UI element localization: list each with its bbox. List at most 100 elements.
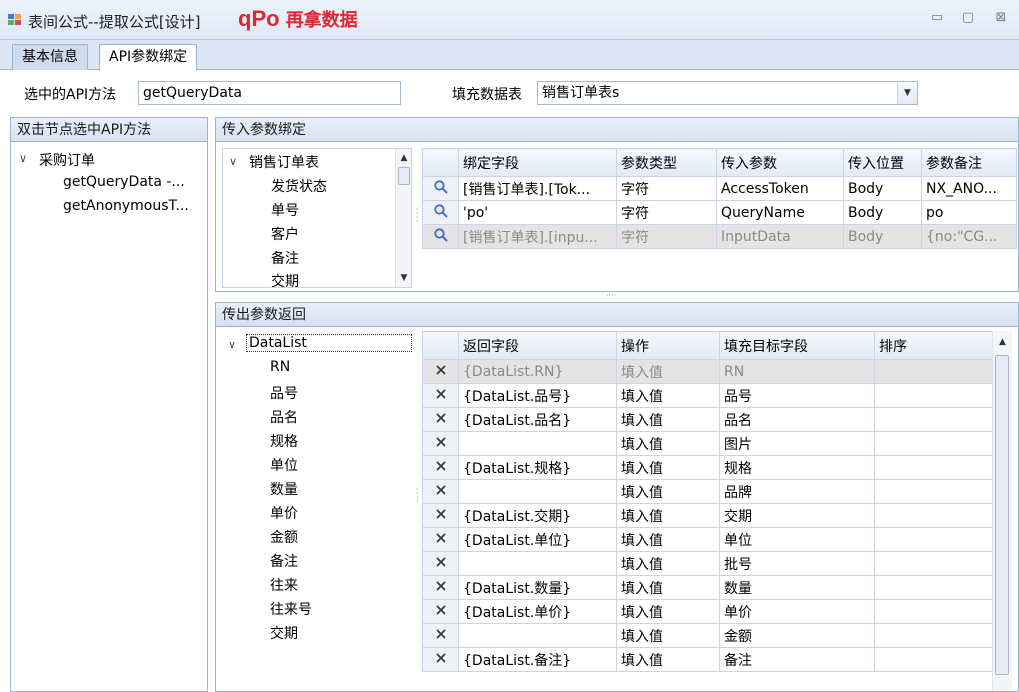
horizontal-splitter[interactable]: ···· (606, 292, 616, 300)
return-field-cell[interactable]: {DataList.RN} (458, 359, 617, 384)
param-type-cell[interactable]: 字符 (616, 200, 717, 225)
tree-item[interactable]: RN (270, 359, 290, 375)
target-field-cell[interactable]: 单价 (719, 599, 875, 624)
output-table-scrollbar[interactable]: ▲ (992, 331, 1012, 691)
table-row[interactable]: {DataList.品号} 填入值 品号 (422, 383, 993, 408)
tree-item[interactable]: 单价 (270, 503, 298, 523)
operation-cell[interactable]: 填入值 (616, 575, 720, 600)
return-field-cell[interactable]: {DataList.备注} (458, 647, 617, 672)
param-position-cell[interactable]: Body (843, 200, 922, 225)
return-field-cell[interactable]: {DataList.交期} (458, 503, 617, 528)
return-field-cell[interactable]: {DataList.品号} (458, 383, 617, 408)
tab-api-binding[interactable]: API参数绑定 (99, 44, 198, 71)
target-field-cell[interactable]: 规格 (719, 455, 875, 480)
sort-cell[interactable] (874, 527, 993, 552)
search-icon[interactable] (422, 224, 459, 249)
param-type-cell[interactable]: 字符 (616, 224, 717, 249)
tree-item[interactable]: 交期 (270, 623, 298, 643)
tree-item[interactable]: 往来 (270, 575, 298, 595)
operation-cell[interactable]: 填入值 (616, 623, 720, 648)
table-row[interactable]: 填入值 品牌 (422, 479, 993, 504)
target-field-cell[interactable]: 数量 (719, 575, 875, 600)
sort-cell[interactable] (874, 359, 993, 384)
tree-item[interactable]: 单号 (271, 200, 299, 220)
param-position-cell[interactable]: Body (843, 224, 922, 249)
tree-item[interactable]: 客户 (271, 224, 299, 244)
table-row[interactable]: {DataList.规格} 填入值 规格 (422, 455, 993, 480)
operation-cell[interactable]: 填入值 (616, 503, 720, 528)
table-row[interactable]: {DataList.品名} 填入值 品名 (422, 407, 993, 432)
tree-item[interactable]: 金额 (270, 527, 298, 547)
sort-cell[interactable] (874, 623, 993, 648)
scroll-down-icon[interactable]: ▼ (396, 271, 411, 285)
delete-x-icon[interactable] (422, 527, 459, 552)
operation-cell[interactable]: 填入值 (616, 431, 720, 456)
target-field-cell[interactable]: 品名 (719, 407, 875, 432)
operation-cell[interactable]: 填入值 (616, 551, 720, 576)
tree-node-purchase-order[interactable]: 采购订单 (39, 150, 95, 170)
return-field-cell[interactable]: {DataList.规格} (458, 455, 617, 480)
column-header[interactable]: 传入位置 (843, 148, 922, 177)
target-field-cell[interactable]: 备注 (719, 647, 875, 672)
tree-item[interactable]: 备注 (270, 551, 298, 571)
binding-field-cell[interactable]: [销售订单表].[Tok... (458, 176, 617, 201)
scroll-thumb[interactable] (398, 167, 410, 185)
param-name-cell[interactable]: QueryName (716, 200, 844, 225)
operation-cell[interactable]: 填入值 (616, 407, 720, 432)
table-row[interactable]: [销售订单表].[Tok... 字符 AccessToken Body NX_A… (422, 176, 1017, 201)
tree-item[interactable]: 单位 (270, 455, 298, 475)
param-note-cell[interactable]: po (921, 200, 1017, 225)
return-field-cell[interactable] (458, 623, 617, 648)
delete-x-icon[interactable] (422, 359, 459, 384)
tab-basic-info[interactable]: 基本信息 (12, 44, 88, 70)
column-header[interactable]: 填充目标字段 (719, 331, 875, 360)
delete-x-icon[interactable] (422, 383, 459, 408)
return-field-cell[interactable]: {DataList.单价} (458, 599, 617, 624)
sort-cell[interactable] (874, 647, 993, 672)
table-row[interactable]: {DataList.备注} 填入值 备注 (422, 647, 993, 672)
delete-x-icon[interactable] (422, 575, 459, 600)
target-field-cell[interactable]: 图片 (719, 431, 875, 456)
param-position-cell[interactable]: Body (843, 176, 922, 201)
operation-cell[interactable]: 填入值 (616, 455, 720, 480)
scroll-up-icon[interactable]: ▲ (396, 151, 411, 165)
delete-x-icon[interactable] (422, 599, 459, 624)
column-header[interactable]: 返回字段 (458, 331, 617, 360)
chevron-down-icon[interactable]: ∨ (229, 155, 237, 168)
sort-cell[interactable] (874, 383, 993, 408)
return-field-cell[interactable] (458, 479, 617, 504)
param-name-cell[interactable]: InputData (716, 224, 844, 249)
target-field-cell[interactable]: 交期 (719, 503, 875, 528)
delete-x-icon[interactable] (422, 551, 459, 576)
column-header[interactable]: 排序 (874, 331, 993, 360)
operation-cell[interactable]: 填入值 (616, 599, 720, 624)
target-field-cell[interactable]: 品牌 (719, 479, 875, 504)
column-header[interactable]: 传入参数 (716, 148, 844, 177)
operation-cell[interactable]: 填入值 (616, 383, 720, 408)
table-row[interactable]: 填入值 图片 (422, 431, 993, 456)
tree-node-getquerydata[interactable]: getQueryData -... (63, 174, 185, 190)
sort-cell[interactable] (874, 479, 993, 504)
delete-x-icon[interactable] (422, 407, 459, 432)
return-field-cell[interactable]: {DataList.数量} (458, 575, 617, 600)
tree-item[interactable]: 往来号 (270, 599, 312, 619)
operation-cell[interactable]: 填入值 (616, 359, 720, 384)
tree-node-sales-order[interactable]: 销售订单表 (249, 152, 319, 172)
sort-cell[interactable] (874, 551, 993, 576)
scroll-up-icon[interactable]: ▲ (993, 335, 1012, 349)
return-field-cell[interactable] (458, 551, 617, 576)
delete-x-icon[interactable] (422, 455, 459, 480)
table-row[interactable]: [销售订单表].[inpu... 字符 InputData Body {no:"… (422, 224, 1017, 249)
maximize-button[interactable]: ▢ (959, 10, 977, 26)
tree-item[interactable]: 品名 (270, 407, 298, 427)
sort-cell[interactable] (874, 431, 993, 456)
chevron-down-icon[interactable]: ∨ (228, 338, 236, 351)
sort-cell[interactable] (874, 599, 993, 624)
target-field-cell[interactable]: RN (719, 359, 875, 384)
column-header[interactable]: 操作 (616, 331, 720, 360)
table-row[interactable]: 填入值 批号 (422, 551, 993, 576)
search-icon[interactable] (422, 176, 459, 201)
target-field-cell[interactable]: 单位 (719, 527, 875, 552)
return-field-cell[interactable]: {DataList.单位} (458, 527, 617, 552)
chevron-down-icon[interactable]: ▼ (897, 82, 917, 104)
